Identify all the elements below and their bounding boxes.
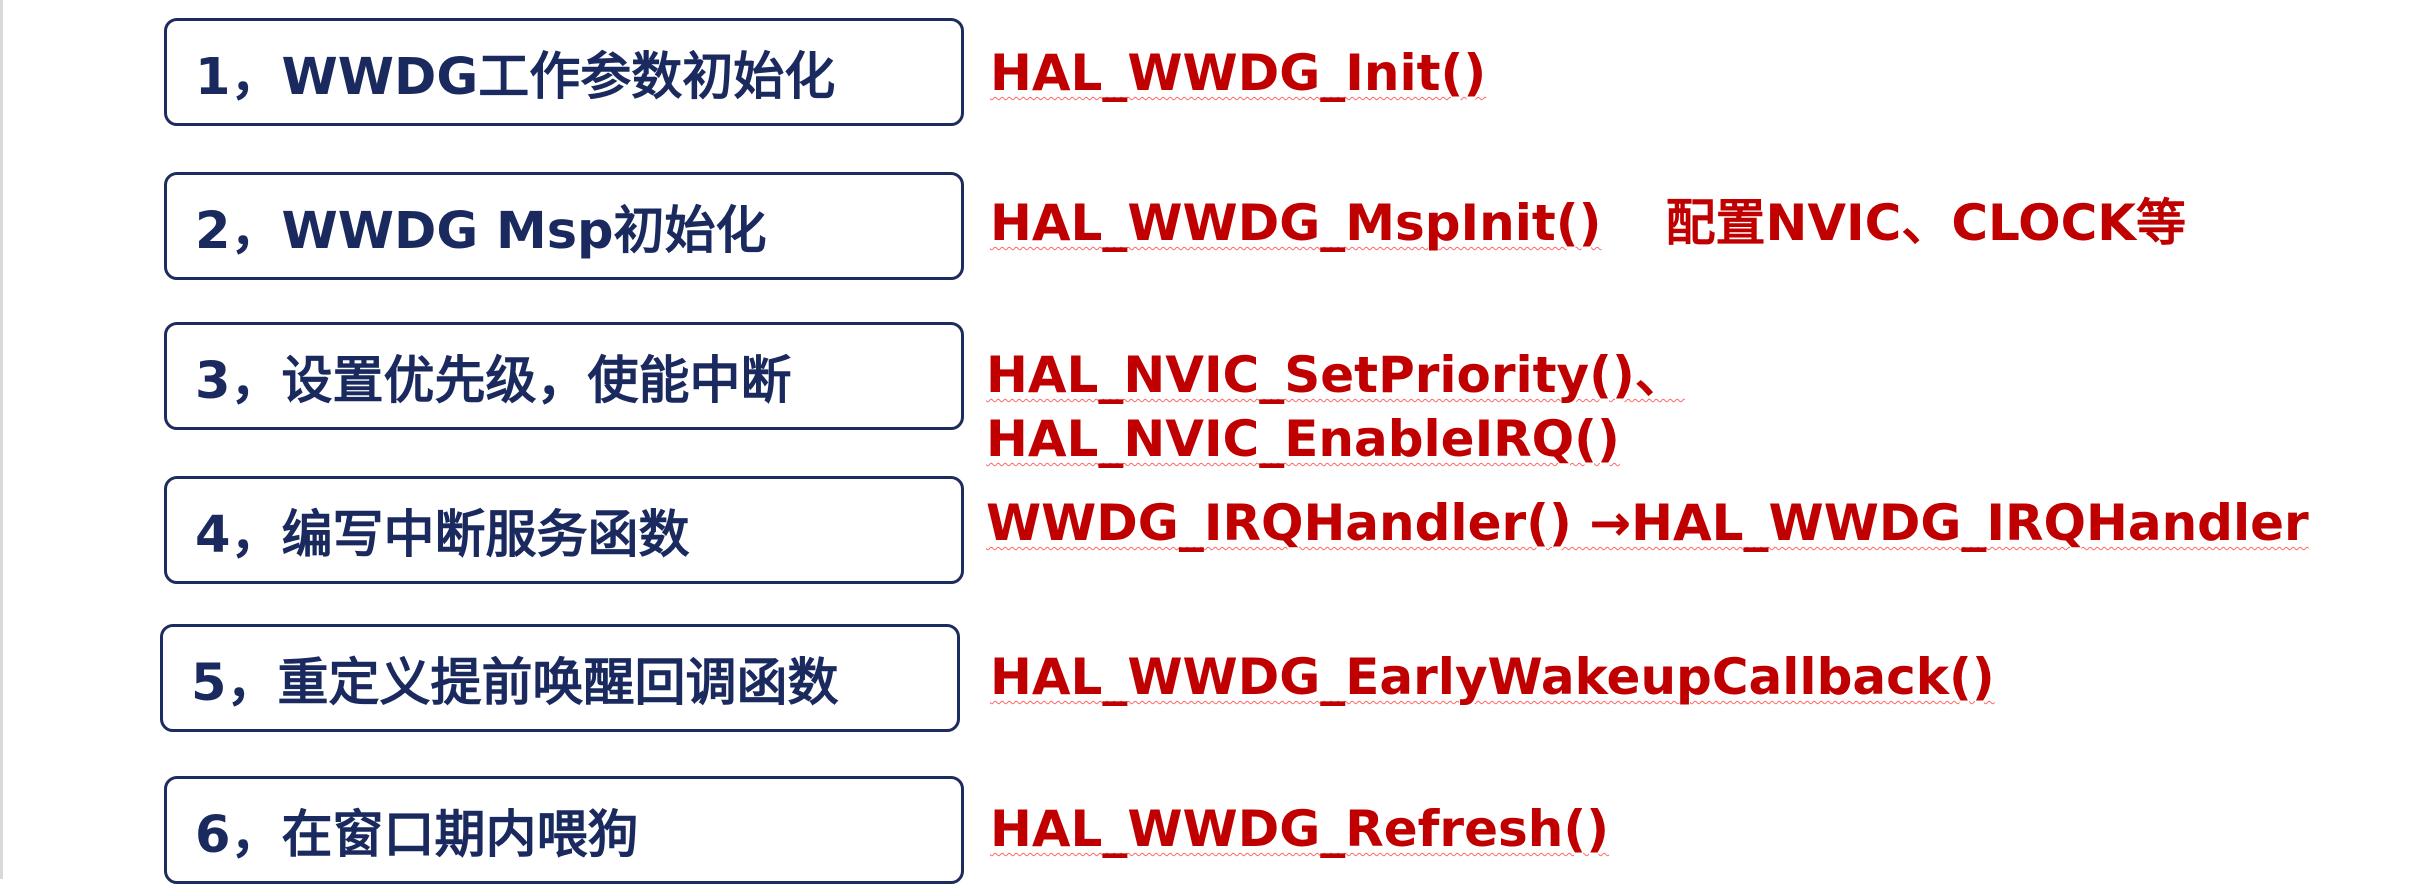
function-name: HAL_WWDG_Init() xyxy=(990,44,1487,102)
function-msp-init: HAL_WWDG_MspInit() 配置NVIC、CLOCK等 xyxy=(990,198,2186,248)
function-irq-handler: WWDG_IRQHandler() →HAL_WWDG_IRQHandler xyxy=(986,498,2309,548)
step-label: 6，在窗口期内喂狗 xyxy=(195,806,639,865)
function-name: WWDG_IRQHandler() →HAL_WWDG_IRQHandler xyxy=(986,494,2309,552)
step-box-1: 1，WWDG工作参数初始化 xyxy=(164,18,964,126)
step-label: 3，设置优先级，使能中断 xyxy=(195,352,792,411)
step-box-2: 2，WWDG Msp初始化 xyxy=(164,172,964,280)
function-init: HAL_WWDG_Init() xyxy=(990,48,1486,98)
function-name: HAL_WWDG_MspInit() xyxy=(990,194,1602,252)
slide-left-edge xyxy=(0,0,3,879)
function-refresh: HAL_WWDG_Refresh() xyxy=(990,804,1609,854)
step-box-4: 4，编写中断服务函数 xyxy=(164,476,964,584)
step-label: 1，WWDG工作参数初始化 xyxy=(195,48,836,107)
function-name: HAL_NVIC_EnableIRQ() xyxy=(986,410,1620,468)
step-label: 5，重定义提前唤醒回调函数 xyxy=(191,654,839,713)
function-set-priority: HAL_NVIC_SetPriority()、 xyxy=(986,350,1685,400)
function-name: HAL_WWDG_EarlyWakeupCallback() xyxy=(990,648,1995,706)
function-name: HAL_WWDG_Refresh() xyxy=(990,800,1610,858)
step-label: 2，WWDG Msp初始化 xyxy=(195,202,767,261)
function-enable-irq: HAL_NVIC_EnableIRQ() xyxy=(986,414,1620,464)
step-box-3: 3，设置优先级，使能中断 xyxy=(164,322,964,430)
function-name: HAL_NVIC_SetPriority()、 xyxy=(986,346,1685,404)
step-box-5: 5，重定义提前唤醒回调函数 xyxy=(160,624,960,732)
function-early-wakeup: HAL_WWDG_EarlyWakeupCallback() xyxy=(990,652,1995,702)
step-box-6: 6，在窗口期内喂狗 xyxy=(164,776,964,884)
step-label: 4，编写中断服务函数 xyxy=(195,506,690,565)
msp-config-note: 配置NVIC、CLOCK等 xyxy=(1665,194,2187,252)
